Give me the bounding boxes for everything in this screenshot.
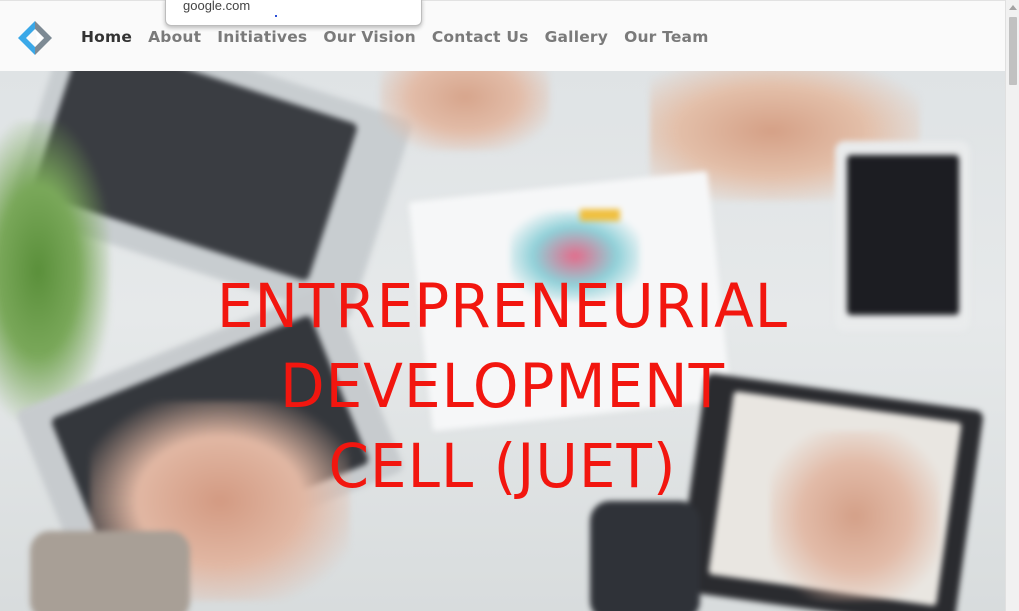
hero-title-line-3: CELL (JUET) bbox=[328, 430, 677, 502]
nav-item-gallery[interactable]: Gallery bbox=[545, 28, 608, 46]
page-scrollbar[interactable] bbox=[1005, 0, 1019, 611]
hero-title: ENTREPRENEURIAL DEVELOPMENT CELL (JUET) bbox=[0, 266, 1005, 505]
url-tooltip-text: google.com bbox=[183, 0, 251, 13]
popup-dot bbox=[275, 15, 277, 17]
nav-item-home[interactable]: Home bbox=[81, 28, 132, 46]
hero-title-line-1: ENTREPRENEURIAL bbox=[216, 270, 789, 342]
nav-item-initiatives[interactable]: Initiatives bbox=[217, 28, 307, 46]
edc-logo-icon[interactable] bbox=[16, 19, 54, 57]
nav-item-our-team[interactable]: Our Team bbox=[624, 28, 709, 46]
url-tooltip-popup: google.com bbox=[165, 0, 422, 26]
nav-item-contact-us[interactable]: Contact Us bbox=[432, 28, 529, 46]
top-navbar: Home About Initiatives Our Vision Contac… bbox=[0, 0, 1005, 71]
nav-menu: Home About Initiatives Our Vision Contac… bbox=[81, 28, 725, 46]
hero-title-line-2: DEVELOPMENT bbox=[279, 350, 725, 422]
scrollbar-thumb[interactable] bbox=[1009, 17, 1017, 85]
nav-item-about[interactable]: About bbox=[148, 28, 201, 46]
scroll-up-arrow-icon[interactable] bbox=[1009, 5, 1017, 10]
page: Home About Initiatives Our Vision Contac… bbox=[0, 0, 1019, 611]
nav-item-our-vision[interactable]: Our Vision bbox=[323, 28, 416, 46]
